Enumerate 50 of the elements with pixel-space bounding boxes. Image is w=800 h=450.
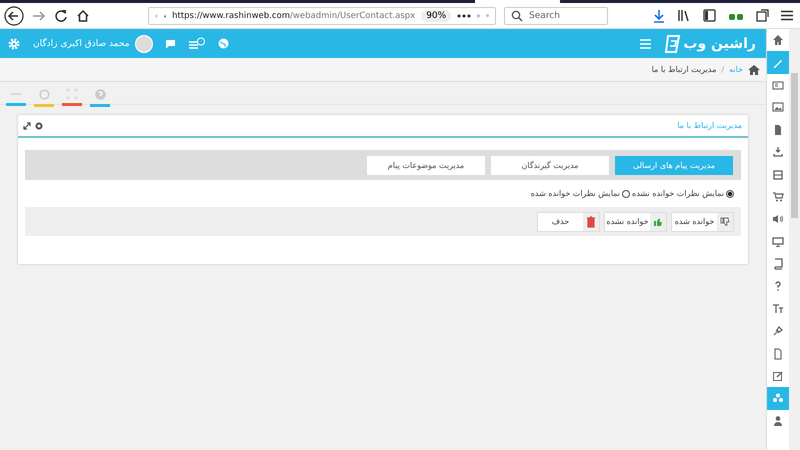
text-size-icon	[772, 302, 784, 315]
sitemap-icon	[772, 392, 784, 404]
resize-icon[interactable]	[23, 122, 31, 130]
home-icon[interactable]	[748, 64, 760, 74]
address-bar[interactable]: https://www.rashinweb.com/webadmin/UserContact.aspx 90%	[148, 6, 496, 24]
image-icon	[772, 101, 784, 114]
expand-icon[interactable]	[62, 86, 82, 106]
settings-icon[interactable]	[35, 122, 43, 130]
back-icon[interactable]	[4, 6, 24, 26]
sidebar-icon[interactable]	[703, 9, 716, 22]
monitor-icon	[772, 236, 784, 248]
radio-label[interactable]: نمایش نظرات خوانده نشده	[632, 189, 724, 198]
radio-button[interactable]	[726, 190, 734, 198]
menu-icon[interactable]	[781, 10, 793, 21]
edit-icon	[772, 370, 784, 382]
radio-label[interactable]: نمایش نظرات خوانده شده	[530, 189, 620, 198]
pin-icon	[772, 325, 784, 338]
forward-icon[interactable]	[32, 8, 46, 22]
speaker-icon	[772, 213, 784, 226]
cart-icon	[772, 190, 784, 203]
download-icon[interactable]	[653, 8, 665, 22]
library-icon[interactable]	[677, 9, 691, 22]
logo-mark-icon	[665, 34, 682, 52]
scrollbar-thumb[interactable]	[791, 73, 798, 218]
breadcrumb-current: مدیریت ارتباط با ما	[652, 65, 716, 74]
thumbs-down-icon	[719, 216, 731, 228]
tab[interactable]: مدیریت گیرندگان	[491, 156, 609, 174]
action-button[interactable]: خوانده نشده	[604, 212, 667, 232]
trash-icon	[585, 216, 597, 228]
home-icon[interactable]	[76, 8, 90, 22]
more-icon[interactable]	[457, 14, 472, 18]
tab[interactable]: مدیریت موضوعات پیام	[367, 156, 485, 174]
action-button[interactable]: حذف	[537, 212, 600, 232]
reload-icon[interactable]	[54, 8, 68, 22]
card-icon	[772, 78, 784, 91]
url-text: https://www.rashinweb.com/webadmin/UserContact.aspx	[172, 10, 416, 20]
screenshot-icon[interactable]	[756, 9, 769, 22]
radio-button[interactable]	[622, 190, 630, 198]
search-field[interactable]: Search	[504, 6, 608, 24]
panel-title: مدیریت ارتباط با ما	[677, 121, 742, 130]
thumbs-up-icon	[652, 216, 664, 228]
breadcrumb-separator: /	[721, 65, 724, 74]
file-icon	[772, 348, 784, 360]
book-icon	[772, 258, 784, 270]
zoom-badge[interactable]: 90%	[421, 10, 452, 22]
user-icon	[772, 414, 784, 427]
download-icon	[772, 146, 784, 158]
save-icon	[772, 168, 784, 181]
action-button[interactable]: خوانده شده	[671, 212, 734, 232]
home-icon	[772, 34, 784, 46]
